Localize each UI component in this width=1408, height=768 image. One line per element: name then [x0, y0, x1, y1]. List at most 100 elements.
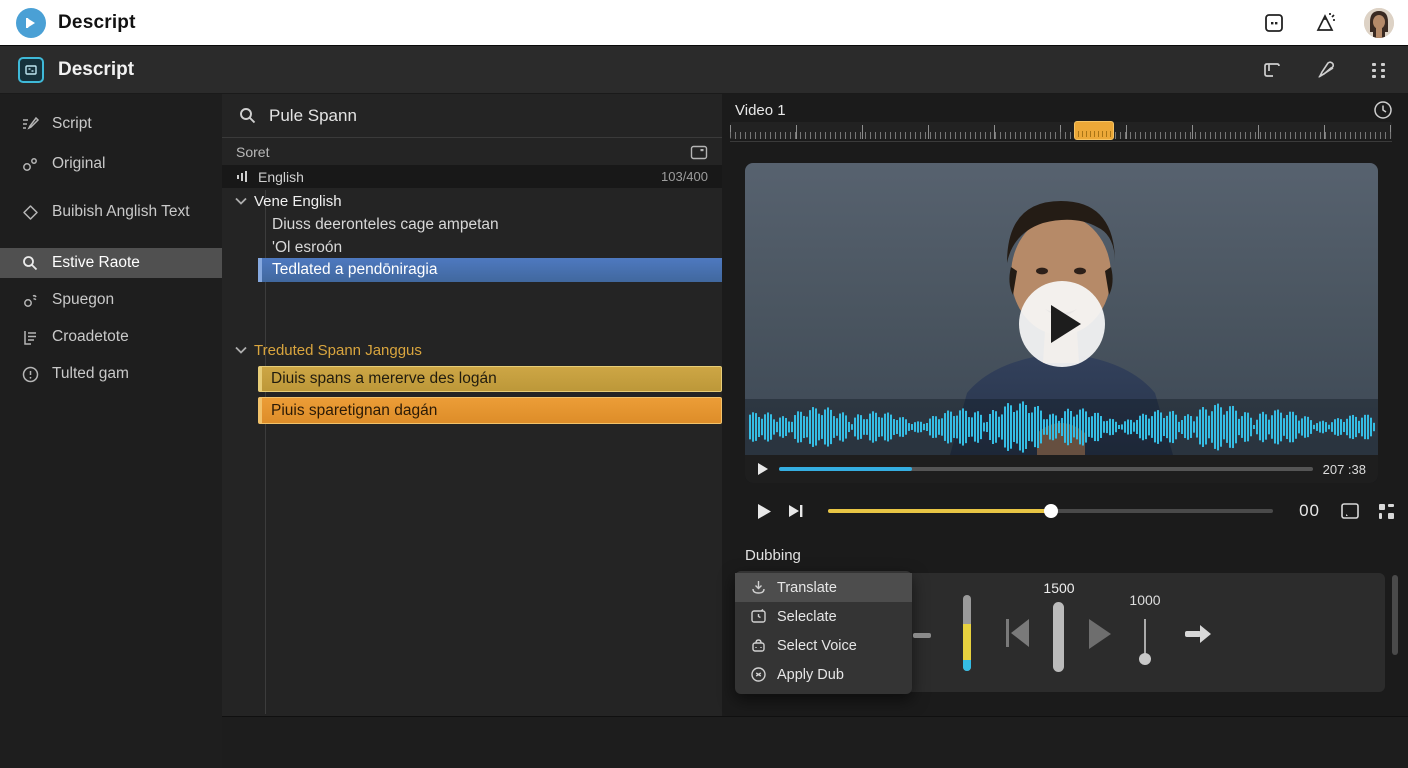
line-text: 'Ol esroón — [272, 239, 342, 257]
meter-yellow-segment — [963, 624, 971, 660]
track-row-english[interactable]: English 103/400 — [222, 165, 722, 188]
whats-new-icon[interactable] — [1312, 10, 1338, 36]
sidebar: Script Original Buibish Anglish Text — [0, 94, 222, 768]
sort-label: Soret — [236, 144, 269, 160]
transcript-line-highlight-orange[interactable]: Piuis sparetignan dagán — [258, 397, 722, 424]
panel-toggle-icon[interactable] — [1260, 58, 1284, 82]
group-title: Vene English — [254, 193, 342, 210]
voice-icon — [749, 637, 767, 655]
os-titlebar: Descript — [0, 0, 1408, 46]
app-title: Descript — [58, 12, 136, 34]
link-circles-icon — [20, 154, 40, 174]
waveform-icon — [236, 170, 250, 183]
transcript-line[interactable]: Diuss deeronteles cage ampetan — [272, 213, 499, 236]
speaker-circles-icon — [20, 290, 40, 310]
video-progress-fill — [779, 467, 912, 471]
translate-icon — [749, 579, 767, 597]
timeline-ruler[interactable] — [730, 122, 1392, 139]
video-frame[interactable] — [745, 163, 1378, 455]
sidebar-item-estive-raote[interactable]: Estive Raote — [0, 248, 222, 278]
timeline-selection-marker[interactable] — [1074, 121, 1114, 140]
audio-level-meter — [963, 595, 971, 671]
video-control-bar: 207 :38 — [745, 455, 1378, 483]
play-button[interactable] — [757, 462, 769, 476]
scrollbar[interactable] — [1392, 575, 1398, 655]
transport-play-button[interactable] — [757, 503, 772, 520]
transcript-line-selected[interactable]: Tedlated a pendōniragia — [258, 258, 722, 282]
pin-icon[interactable] — [1314, 58, 1338, 82]
skip-to-end-button[interactable] — [788, 503, 804, 519]
cards-view-icon[interactable] — [690, 145, 708, 160]
pitch-slider-track[interactable] — [1144, 619, 1146, 655]
group-header-english[interactable]: Vene English — [228, 190, 342, 212]
apps-grid-icon[interactable] — [1368, 59, 1390, 81]
sidebar-item-original[interactable]: Original — [0, 150, 222, 178]
playback-slider[interactable] — [828, 509, 1273, 513]
advance-arrow-button[interactable] — [1183, 623, 1213, 645]
play-overlay-button[interactable] — [1019, 281, 1105, 367]
clock-icon[interactable] — [1372, 99, 1394, 121]
transcript-line[interactable]: 'Ol esroón — [272, 236, 342, 259]
step-play-button[interactable] — [1087, 617, 1113, 651]
meter-cyan-segment — [963, 660, 971, 671]
sidebar-item-label: Croadetote — [52, 327, 129, 346]
project-doc-icon — [18, 57, 44, 83]
dubbing-menu: Translate Seleclate — [735, 571, 912, 694]
video-title: Video 1 — [735, 102, 786, 119]
menu-item-label: Seleclate — [777, 609, 837, 625]
menu-item-label: Select Voice — [777, 638, 857, 654]
sidebar-item-croadetote[interactable]: Croadetote — [0, 323, 222, 351]
menu-item-select-voice[interactable]: Select Voice — [735, 631, 912, 660]
fullscreen-grid-icon[interactable] — [1378, 503, 1395, 520]
diamond-icon — [20, 202, 40, 222]
clock-square-icon — [749, 608, 767, 626]
transport-controls: 00 — [745, 494, 1395, 528]
transcript-panel: Pule Spann Soret English 103/400 — [222, 94, 722, 716]
info-circle-icon — [20, 364, 40, 384]
sidebar-item-label: Script — [52, 114, 92, 133]
track-label: English — [258, 169, 304, 185]
menu-item-translate[interactable]: Translate — [735, 573, 912, 602]
chevron-down-icon[interactable] — [228, 197, 254, 205]
app-window: Descript — [0, 0, 1408, 768]
search-bar[interactable]: Pule Spann — [222, 94, 722, 138]
sidebar-item-label: Spuegon — [52, 290, 114, 309]
sidebar-item-tulted-gam[interactable]: Tulted gam — [0, 360, 222, 388]
widget-window-icon[interactable] — [1262, 11, 1286, 35]
transcript-line-highlight-gold[interactable]: Diuis spans a mererve des logán — [258, 366, 722, 392]
menu-item-label: Apply Dub — [777, 667, 844, 683]
sidebar-item-label: Estive Raote — [52, 253, 140, 272]
chevron-down-icon[interactable] — [228, 346, 254, 354]
picture-in-picture-icon[interactable] — [1340, 502, 1360, 520]
line-text: Diuis spans a mererve des logán — [271, 370, 497, 388]
play-icon — [1051, 305, 1081, 343]
menu-item-seleclate[interactable]: Seleclate — [735, 602, 912, 631]
user-avatar[interactable] — [1364, 8, 1394, 38]
line-text: Diuss deeronteles cage ampetan — [272, 216, 499, 234]
sidebar-item-label: Tulted gam — [52, 364, 129, 383]
sidebar-item-buibish[interactable]: Buibish Anglish Text — [0, 188, 200, 236]
video-time: 207 :38 — [1323, 462, 1366, 477]
sort-row[interactable]: Soret — [222, 139, 722, 165]
loop-count-label[interactable]: 00 — [1299, 501, 1320, 521]
sidebar-item-script[interactable]: Script — [0, 110, 222, 138]
video-player[interactable]: 207 :38 — [745, 163, 1378, 483]
pitch-slider-knob[interactable] — [1139, 653, 1151, 665]
track-counter: 103/400 — [661, 169, 708, 184]
speed-slider-handle[interactable] — [1053, 602, 1064, 672]
project-toolbar: Descript — [0, 46, 1408, 94]
speed-value-label: 1500 — [1031, 580, 1087, 596]
descript-logo-icon — [16, 8, 46, 38]
group-header-translated[interactable]: Treduted Spann Janggus — [228, 339, 422, 361]
video-panel: Video 1 — [722, 94, 1408, 716]
decrease-handle[interactable] — [913, 633, 931, 638]
menu-item-apply-dub[interactable]: Apply Dub — [735, 660, 912, 689]
skip-back-button[interactable] — [1003, 615, 1031, 651]
sidebar-item-spuegon[interactable]: Spuegon — [0, 286, 222, 314]
playback-slider-knob[interactable] — [1044, 504, 1058, 518]
audio-waveform — [745, 399, 1378, 455]
sidebar-item-label: Original — [52, 154, 105, 173]
dubbing-title: Dubbing — [745, 547, 801, 564]
search-input[interactable]: Pule Spann — [269, 106, 357, 126]
video-progress-bar[interactable] — [779, 467, 1313, 471]
